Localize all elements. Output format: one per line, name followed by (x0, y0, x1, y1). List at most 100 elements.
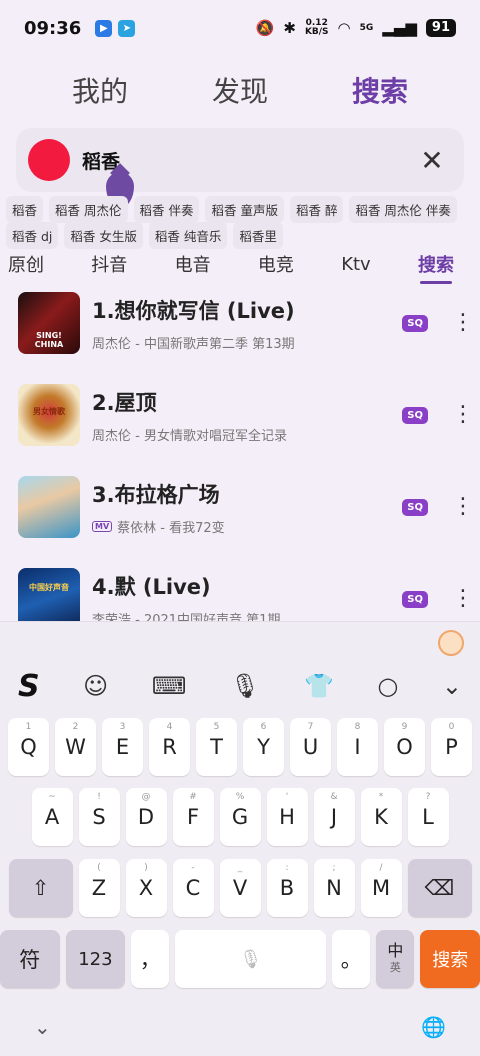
status-app-icons: ▶ ➤ (95, 19, 136, 37)
chevron-down-icon[interactable]: ⌄ (442, 672, 462, 700)
suggestion-chip[interactable]: 稻香 女生版 (64, 222, 143, 249)
tab-discover[interactable]: 发现 (212, 66, 268, 114)
more-options-icon[interactable]: ⋮ (452, 588, 474, 610)
clear-search-button[interactable]: ✕ (412, 140, 452, 180)
search-icon[interactable]: ○ (377, 672, 398, 700)
category-tab-electronic[interactable]: 电音 (175, 251, 211, 277)
keyboard-layout-icon[interactable]: ⌨ (152, 672, 187, 700)
sogou-logo-icon[interactable]: S (18, 669, 40, 704)
key-p[interactable]: 0P (431, 718, 472, 776)
key-y[interactable]: 6Y (243, 718, 284, 776)
key-k[interactable]: * K (360, 788, 402, 846)
key-b[interactable]: :B (266, 859, 308, 917)
song-result-row[interactable]: 男女情歌 2.屋顶 周杰伦 - 男女情歌对唱冠军全记录 SQ ⋮ (0, 375, 480, 455)
key-o[interactable]: 9O (384, 718, 425, 776)
key-label: W (65, 735, 86, 759)
space-key[interactable]: 🎙 (175, 930, 327, 988)
key-label: E (115, 735, 130, 759)
key-h[interactable]: ' H (266, 788, 308, 846)
song-subtitle: 周杰伦 - 男女情歌对唱冠军全记录 (92, 428, 287, 444)
key-q[interactable]: 1Q (8, 718, 49, 776)
song-title: 4.默 (Live) (92, 574, 211, 599)
key-z[interactable]: (Z (78, 859, 120, 917)
key-r[interactable]: 4R (149, 718, 190, 776)
category-tab-douyin[interactable]: 抖音 (91, 251, 127, 277)
key-d[interactable]: @ D (125, 788, 167, 846)
period-key[interactable]: 。 (332, 930, 371, 988)
suggestions-row-1: 稻香 稻香 周杰伦 稻香 伴奏 稻香 童声版 稻香 醉 稻香 周杰伦 伴奏 (6, 196, 457, 223)
category-tab-ktv[interactable]: Ktv (341, 254, 371, 275)
tab-search[interactable]: 搜索 (352, 66, 408, 114)
language-switch-key[interactable]: 中英 (376, 930, 415, 988)
key-hint: : (285, 863, 289, 873)
top-tabs: 我的 发现 搜索 (0, 66, 480, 114)
key-label: Z (91, 876, 107, 900)
key-g[interactable]: % G (219, 788, 261, 846)
skin-icon[interactable]: 👕 (304, 672, 334, 700)
key-v[interactable]: _ V (219, 859, 261, 917)
key-hint: @ (141, 792, 151, 802)
category-tab-original[interactable]: 原创 (8, 251, 44, 277)
backspace-key[interactable]: ⌫ (407, 859, 472, 917)
key-x[interactable]: ) X (125, 859, 167, 917)
key-u[interactable]: 7U (290, 718, 331, 776)
suggestion-chip[interactable]: 稻香 醉 (289, 196, 344, 223)
sq-quality-badge: SQ (402, 406, 428, 424)
suggestion-chip[interactable]: 稻香 dj (6, 222, 59, 249)
key-label: K (374, 805, 388, 829)
symbol-key[interactable]: 符 (0, 930, 60, 988)
song-result-row[interactable]: 3.布拉格广场 MV 蔡依林 - 看我72变 SQ ⋮ (0, 467, 480, 547)
suggestion-chip[interactable]: 稻香 童声版 (205, 196, 284, 223)
key-j[interactable]: & J (313, 788, 355, 846)
globe-icon[interactable]: 🌐 (421, 1015, 446, 1039)
key-a[interactable]: ~ A (31, 788, 73, 846)
key-hint: ? (425, 792, 431, 802)
suggestion-chip[interactable]: 稻香 伴奏 (133, 196, 200, 223)
number-key[interactable]: 123 (65, 930, 126, 988)
key-m[interactable]: / M (360, 859, 402, 917)
key-hint: # (189, 792, 197, 802)
battery-indicator: 91 (425, 19, 456, 37)
key-c[interactable]: -C (172, 859, 214, 917)
emoji-icon[interactable]: ☺ (83, 672, 108, 700)
search-key[interactable]: 搜索 (420, 930, 480, 988)
letter-keys: (Z) X - C _ V: B; N / M (78, 859, 402, 917)
key-label: U (302, 735, 319, 759)
key-hint: / (379, 863, 383, 873)
keyboard-assistant-icon[interactable] (438, 630, 464, 656)
category-tab-esports[interactable]: 电竞 (258, 251, 294, 277)
song-info: 1.想你就写信 (Live) 周杰伦 - 中国新歌声第二季 第13期 (92, 295, 402, 352)
more-options-icon[interactable]: ⋮ (452, 496, 474, 518)
hide-keyboard-icon[interactable]: ⌄ (34, 1015, 51, 1039)
key-w[interactable]: 2W (55, 718, 96, 776)
song-info: 3.布拉格广场 MV 蔡依林 - 看我72变 (92, 479, 402, 536)
album-cover: SING! CHINA (18, 292, 80, 354)
suggestion-chip[interactable]: 稻香 (6, 196, 44, 223)
tab-mine[interactable]: 我的 (72, 66, 128, 114)
key-f[interactable]: # F (172, 788, 214, 846)
suggestion-chip[interactable]: 稻香 周杰伦 伴奏 (349, 196, 457, 223)
microphone-icon[interactable]: 🎙 (230, 672, 260, 700)
key-row-1: 1Q2W3E4R5T6Y7U8I9O0P (0, 718, 480, 776)
search-input[interactable]: 稻香 (82, 147, 412, 174)
category-tab-search[interactable]: 搜索 (418, 251, 454, 284)
key-n[interactable]: ; N (313, 859, 355, 917)
key-e[interactable]: 3E (102, 718, 143, 776)
sq-quality-badge: SQ (402, 590, 428, 608)
suggestion-chip[interactable]: 稻香 纯音乐 (148, 222, 228, 249)
mv-badge[interactable]: MV (92, 520, 113, 532)
more-options-icon[interactable]: ⋮ (452, 312, 474, 334)
key-s[interactable]: ! S (78, 788, 120, 846)
key-label: A (44, 805, 60, 829)
song-result-row[interactable]: SING! CHINA 1.想你就写信 (Live) 周杰伦 - 中国新歌声第二… (0, 283, 480, 363)
comma-key[interactable]: ， (131, 930, 170, 988)
key-t[interactable]: 5T (196, 718, 237, 776)
mute-icon: 🔕 (255, 19, 275, 37)
more-options-icon[interactable]: ⋮ (452, 404, 474, 426)
category-tabs: 原创 抖音 电音 电竞 Ktv 搜索 (0, 246, 480, 284)
suggestion-chip[interactable]: 稻香 周杰伦 (49, 196, 128, 223)
key-l[interactable]: ? L (407, 788, 449, 846)
suggestion-chip[interactable]: 稻香里 (233, 222, 283, 249)
shift-key[interactable]: ⇧ (8, 859, 73, 917)
key-i[interactable]: 8I (337, 718, 378, 776)
